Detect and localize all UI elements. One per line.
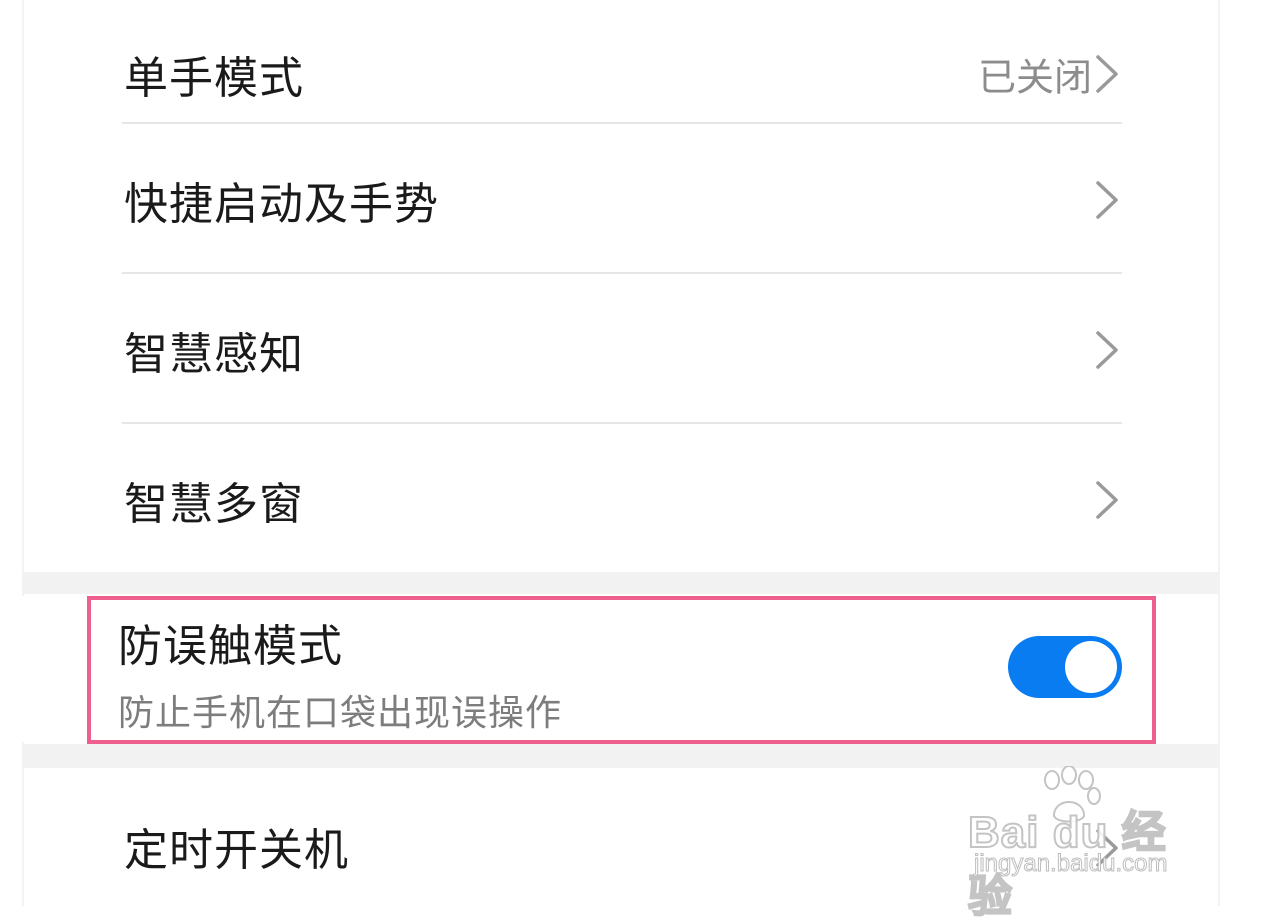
divider: [122, 272, 1122, 274]
settings-item-anti-mistouch-mode[interactable]: 防误触模式 防止手机在口袋出现误操作: [22, 596, 1218, 742]
section-gap: [22, 572, 1218, 594]
settings-item-label: 定时开关机: [124, 825, 349, 876]
chevron-right-icon: [1096, 55, 1118, 93]
divider: [122, 422, 1122, 424]
anti-mistouch-toggle[interactable]: [1008, 636, 1122, 698]
chevron-right-icon: [1096, 331, 1118, 369]
settings-item-label: 智慧多窗: [124, 479, 304, 530]
settings-item-label: 单手模式: [124, 53, 304, 104]
toggle-item-description: 防止手机在口袋出现误操作: [118, 693, 563, 734]
toggle-item-title: 防误触模式: [118, 621, 343, 672]
chevron-right-icon: [1096, 829, 1118, 867]
section-gap: [22, 744, 1218, 768]
settings-item-value: 已关闭: [977, 55, 1092, 100]
toggle-knob: [1065, 641, 1117, 693]
divider: [122, 122, 1122, 124]
chevron-right-icon: [1096, 481, 1118, 519]
settings-item-smart-multi-window[interactable]: 智慧多窗: [22, 426, 1218, 574]
settings-item-label: 快捷启动及手势: [124, 179, 439, 230]
screen-edge-right: [1218, 0, 1220, 906]
settings-item-label: 智慧感知: [124, 329, 304, 380]
settings-item-scheduled-power[interactable]: 定时开关机: [22, 772, 1218, 906]
settings-item-smart-perception[interactable]: 智慧感知: [22, 276, 1218, 424]
settings-item-quick-launch-gestures[interactable]: 快捷启动及手势: [22, 126, 1218, 274]
chevron-right-icon: [1096, 181, 1118, 219]
